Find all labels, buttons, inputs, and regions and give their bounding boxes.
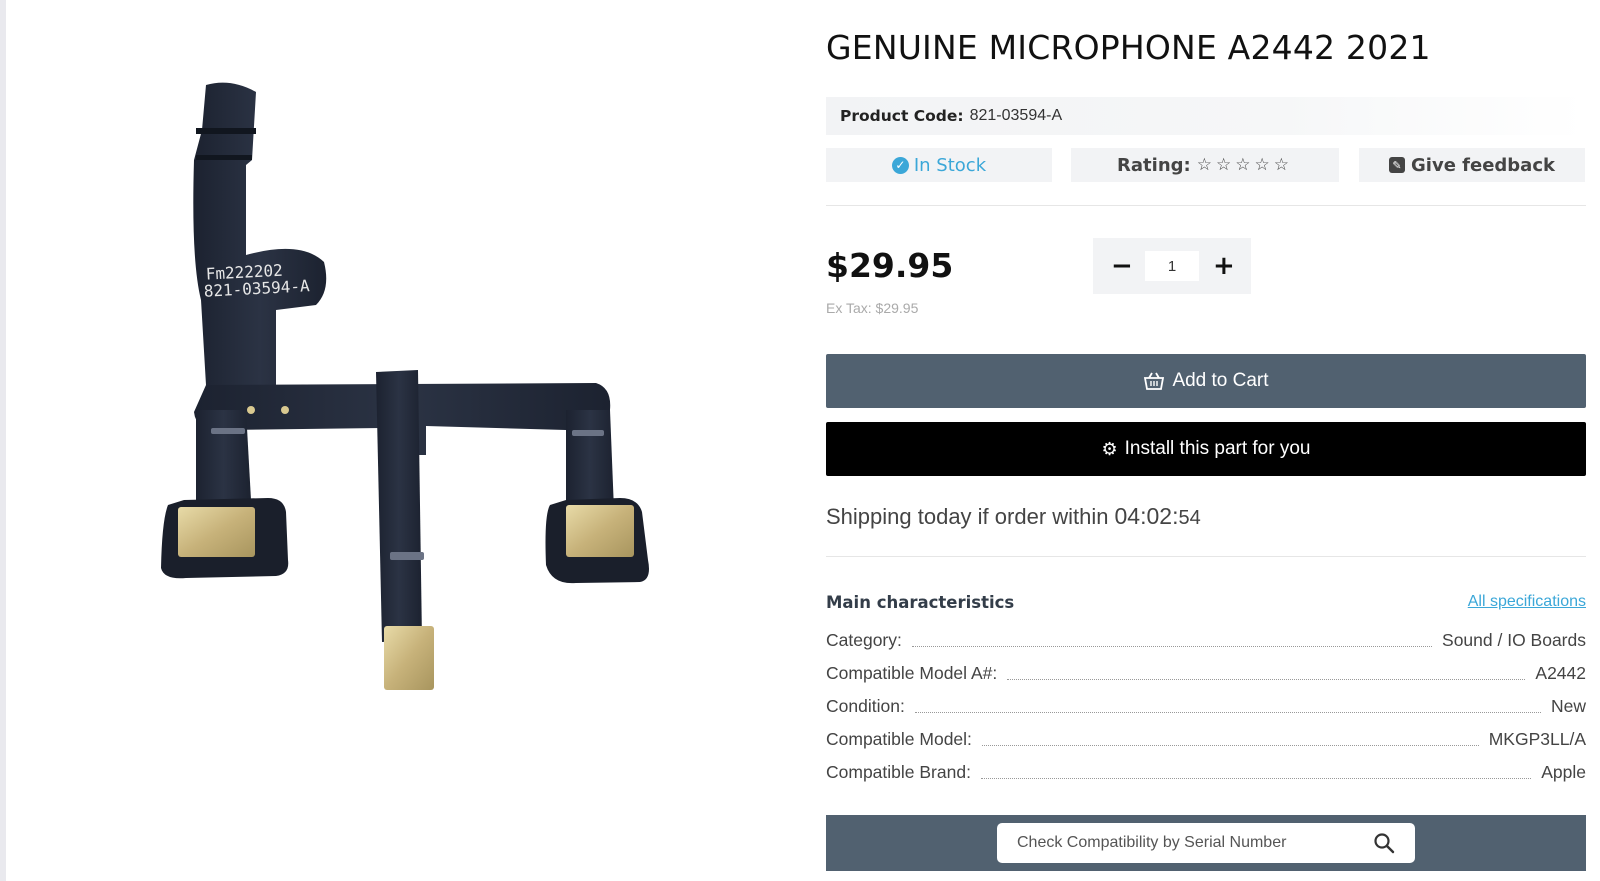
spec-key: Category: (826, 630, 902, 650)
dotted-leader (914, 712, 1541, 713)
rating-label: Rating: (1117, 154, 1191, 176)
spec-key: Compatible Brand: (826, 762, 971, 782)
microphone-flex-cable-illustration: Fm222202 821-03594-A (161, 82, 649, 690)
give-feedback-label: Give feedback (1411, 154, 1555, 176)
gear-icon: ⚙ (1101, 438, 1118, 459)
quantity-increase-button[interactable]: + (1213, 251, 1235, 281)
product-image[interactable]: Fm222202 821-03594-A (6, 0, 790, 881)
countdown-timer: 04:02:54 (1114, 503, 1201, 529)
countdown-hours: 04 (1114, 503, 1141, 529)
quantity-input[interactable] (1145, 251, 1199, 281)
rating-stars-icon[interactable]: ☆☆☆☆☆ (1197, 155, 1293, 175)
give-feedback-button[interactable]: ✎ Give feedback (1359, 148, 1585, 182)
countdown-minutes: 02 (1146, 503, 1173, 529)
spec-row-compatible-model-a: Compatible Model A#: A2442 (826, 663, 1586, 684)
spec-row-compatible-brand: Compatible Brand: Apple (826, 762, 1586, 783)
spec-value: Sound / IO Boards (1442, 630, 1586, 650)
spec-key: Condition: (826, 696, 905, 716)
dotted-leader (981, 745, 1479, 746)
check-circle-icon: ✓ (891, 156, 909, 174)
install-part-button[interactable]: ⚙ Install this part for you (826, 422, 1586, 476)
dotted-leader (1007, 679, 1526, 680)
spec-value: A2442 (1535, 663, 1586, 683)
quantity-decrease-button[interactable]: − (1111, 251, 1133, 281)
product-code-value: 821-03594-A (969, 107, 1063, 124)
stock-status-text: In Stock (913, 154, 987, 176)
basket-icon (1144, 372, 1165, 390)
product-code-bar: Product Code: 821-03594-A (826, 97, 1586, 135)
shipping-countdown: Shipping today if order within 04:02:54 (826, 503, 1201, 530)
stock-status-badge: ✓ In Stock (826, 148, 1052, 182)
spec-key: Compatible Model: (826, 729, 972, 749)
spec-row-condition: Condition: New (826, 696, 1586, 717)
edit-icon: ✎ (1389, 157, 1406, 173)
shipping-text: Shipping today if order within (826, 504, 1109, 529)
serial-number-input[interactable] (1017, 834, 1357, 852)
price-ex-tax: Ex Tax: $29.95 (826, 300, 919, 316)
spec-value: MKGP3LL/A (1488, 729, 1586, 749)
quantity-stepper: − + (1093, 238, 1251, 294)
add-to-cart-button[interactable]: Add to Cart (826, 354, 1586, 408)
search-icon[interactable] (1373, 832, 1395, 854)
dotted-leader (911, 646, 1433, 647)
spec-value: New (1550, 696, 1586, 716)
spec-value: Apple (1541, 762, 1586, 782)
main-characteristics-heading: Main characteristics (826, 593, 1015, 612)
product-price: $29.95 (826, 246, 954, 285)
install-part-label: Install this part for you (1124, 438, 1311, 459)
countdown-seconds: 54 (1178, 507, 1201, 529)
product-code-label: Product Code: (840, 107, 964, 125)
add-to-cart-label: Add to Cart (1172, 370, 1269, 391)
rating-box[interactable]: Rating: ☆☆☆☆☆ (1071, 148, 1339, 182)
spec-row-category: Category: Sound / IO Boards (826, 630, 1586, 651)
spec-row-compatible-model: Compatible Model: MKGP3LL/A (826, 729, 1586, 750)
all-specifications-link[interactable]: All specifications (1468, 593, 1586, 611)
product-title: GENUINE MICROPHONE A2442 2021 (826, 28, 1431, 67)
spec-key: Compatible Model A#: (826, 663, 998, 683)
serial-search-box (997, 823, 1415, 863)
dotted-leader (980, 778, 1532, 779)
divider (826, 556, 1586, 557)
serial-compatibility-bar (826, 815, 1586, 871)
divider (826, 205, 1586, 206)
